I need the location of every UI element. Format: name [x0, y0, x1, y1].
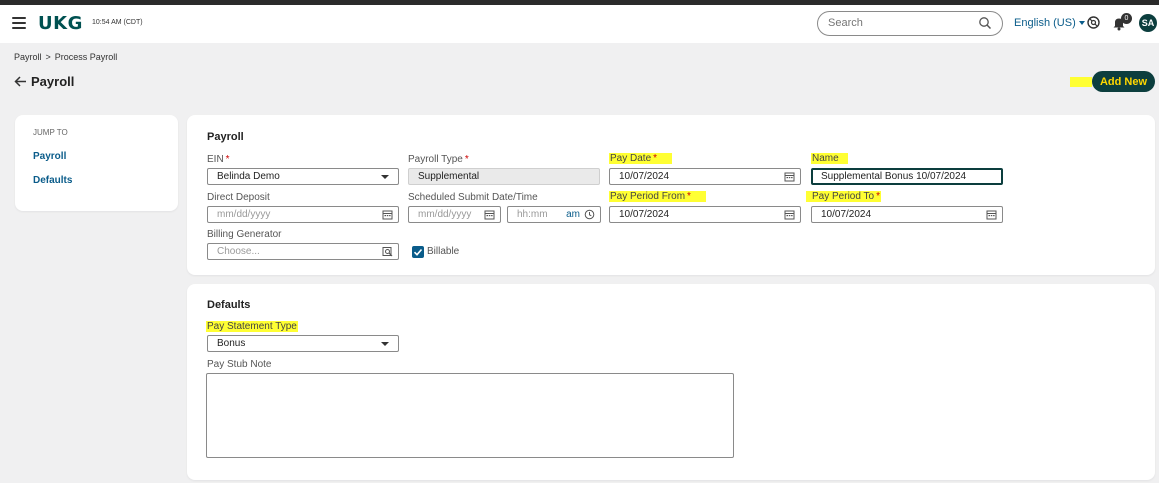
help-icon[interactable]	[1086, 15, 1101, 30]
billable-checkbox[interactable]	[412, 246, 424, 258]
notification-badge: 0	[1121, 13, 1132, 24]
pay-date-input[interactable]: 10/07/2024	[609, 168, 801, 185]
calendar-icon[interactable]	[484, 209, 495, 220]
ein-label: EIN *	[207, 154, 230, 165]
billable-label: Billable	[427, 246, 460, 257]
pay-period-from-input[interactable]: 10/07/2024	[609, 206, 801, 223]
breadcrumb-item-payroll[interactable]: Payroll	[14, 52, 42, 62]
pay-period-to-input[interactable]: 10/07/2024	[811, 206, 1003, 223]
scheduled-submit-date-input[interactable]: mm/dd/yyyy	[408, 206, 501, 223]
search-box[interactable]	[817, 11, 1003, 36]
billing-generator-label: Billing Generator	[207, 229, 282, 240]
pay-period-to-label: Pay Period To *	[806, 191, 881, 202]
chevron-down-icon	[1078, 21, 1085, 26]
calendar-icon[interactable]	[986, 209, 997, 220]
name-input[interactable]: Supplemental Bonus 10/07/2024	[811, 168, 1003, 185]
defaults-card: Defaults Pay Statement Type Bonus Pay St…	[187, 284, 1155, 480]
clock-icon[interactable]	[584, 209, 595, 220]
jump-to-panel: JUMP TO Payroll Defaults	[15, 115, 178, 211]
direct-deposit-input[interactable]: mm/dd/yyyy	[207, 206, 399, 223]
pay-stub-note-label: Pay Stub Note	[207, 359, 272, 370]
billing-generator-input[interactable]: Choose...	[207, 243, 399, 260]
pay-date-label: Pay Date *	[609, 153, 673, 164]
breadcrumb-item-process-payroll[interactable]: Process Payroll	[55, 52, 118, 62]
menu-icon[interactable]	[12, 17, 26, 29]
search-input[interactable]	[828, 17, 968, 29]
scheduled-submit-label: Scheduled Submit Date/Time	[408, 192, 538, 203]
payroll-type-field: Supplemental	[408, 168, 600, 185]
jump-link-payroll[interactable]: Payroll	[33, 151, 66, 162]
pay-statement-type-select[interactable]: Bonus	[207, 335, 399, 352]
avatar[interactable]: SA	[1139, 14, 1157, 32]
payroll-card: Payroll EIN * Belinda Demo Payroll Type * …	[187, 115, 1155, 275]
add-new-button[interactable]: Add New	[1092, 71, 1155, 92]
defaults-section-title: Defaults	[207, 299, 251, 311]
page-title: Payroll	[31, 74, 75, 89]
ein-select[interactable]: Belinda Demo	[207, 168, 399, 185]
ampm-toggle[interactable]: am	[566, 207, 580, 222]
language-selector[interactable]: English (US)	[1014, 17, 1085, 29]
scheduled-submit-time-input[interactable]: hh:mm am	[507, 206, 601, 223]
calendar-icon[interactable]	[784, 171, 795, 182]
highlight-mark	[1070, 77, 1092, 87]
calendar-icon[interactable]	[382, 209, 393, 220]
current-time: 10:54 AM (CDT)	[92, 19, 143, 26]
breadcrumb-separator: >	[45, 52, 51, 62]
checkmark-icon	[413, 248, 423, 256]
jump-link-defaults[interactable]: Defaults	[33, 175, 72, 186]
ukg-logo[interactable]: UKG	[38, 13, 83, 34]
payroll-section-title: Payroll	[207, 131, 244, 143]
breadcrumb: Payroll > Process Payroll	[14, 52, 117, 62]
chevron-down-icon	[381, 175, 389, 179]
pay-period-from-label: Pay Period From *	[609, 191, 706, 202]
pay-statement-type-label: Pay Statement Type	[206, 321, 298, 332]
name-label: Name	[811, 153, 848, 164]
direct-deposit-label: Direct Deposit	[207, 192, 270, 203]
chevron-down-icon	[381, 342, 389, 346]
search-icon[interactable]	[978, 16, 992, 30]
payroll-type-label: Payroll Type *	[408, 154, 469, 165]
calendar-icon[interactable]	[784, 209, 795, 220]
pay-stub-note-textarea[interactable]	[206, 373, 734, 458]
lookup-icon[interactable]	[382, 246, 393, 257]
back-arrow-icon[interactable]	[14, 76, 27, 87]
app-header: UKG 10:54 AM (CDT) English (US) 0 SA	[0, 5, 1159, 43]
jump-to-label: JUMP TO	[33, 128, 68, 137]
language-label: English (US)	[1014, 17, 1076, 29]
